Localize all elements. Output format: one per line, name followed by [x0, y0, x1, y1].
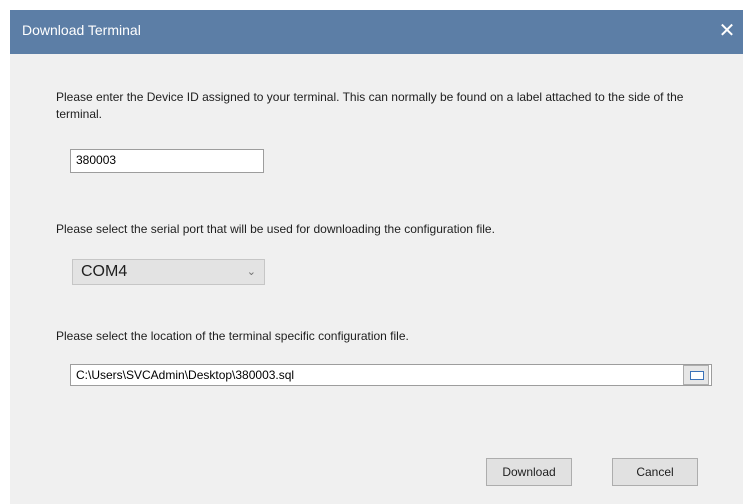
download-button[interactable]: Download: [486, 458, 572, 486]
device-id-prompt: Please enter the Device ID assigned to y…: [56, 90, 684, 121]
close-icon[interactable]: ✕: [713, 16, 741, 46]
chevron-down-icon: ⌄: [246, 266, 256, 278]
title-bar: Download Terminal ✕: [10, 10, 743, 54]
serial-port-select[interactable]: COM4 ⌄: [72, 259, 265, 285]
serial-port-value: COM4: [81, 263, 128, 280]
cancel-button[interactable]: Cancel: [612, 458, 698, 486]
serial-port-prompt: Please select the serial port that will …: [56, 222, 495, 236]
config-file-path-field[interactable]: C:\Users\SVCAdmin\Desktop\380003.sql: [70, 364, 712, 386]
dialog-title: Download Terminal: [22, 22, 141, 38]
device-id-field[interactable]: 380003: [70, 149, 264, 173]
browse-button[interactable]: [683, 365, 709, 385]
browse-folder-icon: [690, 371, 704, 380]
download-terminal-dialog: Download Terminal ✕ Please enter the Dev…: [10, 10, 743, 504]
config-file-prompt: Please select the location of the termin…: [56, 329, 409, 343]
